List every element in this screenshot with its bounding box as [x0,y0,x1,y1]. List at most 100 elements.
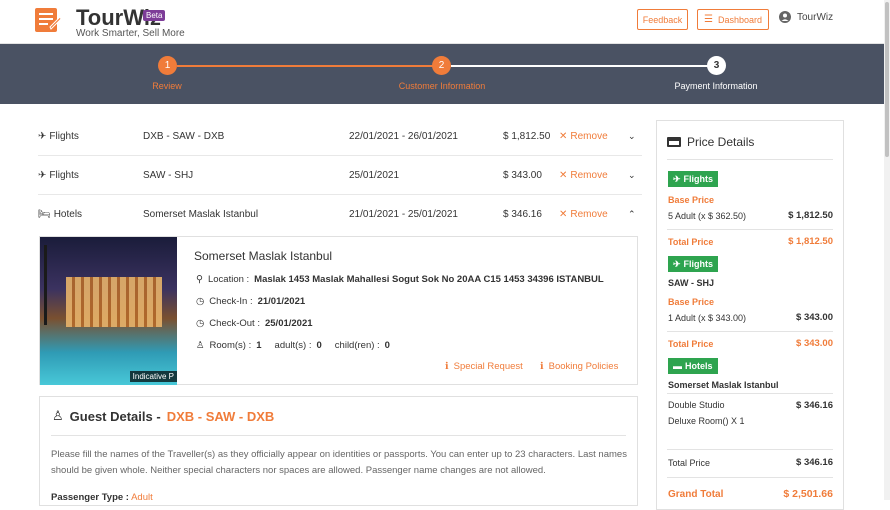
flight-2-fare-line: 1 Adult (x $ 343.00) [668,313,747,323]
hotel-occupancy: ♙ Room(s) : 1 adult(s) : 0 child(ren) : … [196,340,390,351]
divider [667,449,833,450]
item-dates: 25/01/2021 [349,170,400,181]
hotel-image: Indicative P [40,237,177,385]
total-price-label: Total Price [668,339,714,349]
person-icon: ♙ [196,340,205,351]
room-line-2: Deluxe Room() X 1 [668,416,745,426]
flight-1-fare-amount: $ 1,812.50 [788,210,833,221]
divider [667,229,833,230]
passenger-type: Passenger Type : Adult [51,492,153,503]
remove-button[interactable]: ✕ Remove [559,131,608,142]
item-route: SAW - SHJ [143,170,194,181]
hotel-name: Somerset Maslak Istanbul [194,249,333,263]
remove-button[interactable]: ✕ Remove [559,170,608,181]
user-menu[interactable]: TourWiz [779,11,833,23]
flight-1-fare-line: 5 Adult (x $ 362.50) [668,211,747,221]
user-name: TourWiz [797,11,834,23]
close-icon: ✕ [559,170,568,181]
remove-label: Remove [570,131,608,142]
step-2-circle[interactable]: 2 [432,56,451,75]
hotel-checkin: ◷ Check-In : 21/01/2021 [196,296,306,307]
divider [667,393,833,394]
hotel-location: ⚲ Location : Maslak 1453 Maslak Mahalles… [196,274,604,285]
guest-instructions: Please fill the names of the Traveller(s… [51,449,627,476]
divider [667,159,833,160]
grand-total-label: Grand Total [668,489,724,500]
item-price: $ 1,812.50 [503,131,551,142]
tagline: Work Smarter, Sell More [76,28,185,39]
bed-icon: ▬ [673,361,682,371]
price-details-panel: Price Details ✈ Flights Base Price 5 Adul… [656,120,844,510]
flights-tag: ✈ Flights [668,171,719,187]
divider [667,477,833,478]
special-request-link[interactable]: ℹ Special Request [445,361,523,372]
plane-icon: ✈ [673,173,681,184]
user-icon: ♙ [52,408,64,423]
list-icon: ☰ [704,14,713,25]
dashboard-button[interactable]: ☰ Dashboard [697,9,769,30]
divider [51,435,626,436]
item-type: Flights [49,170,79,181]
hotel-name: Somerset Maslak Istanbul [668,380,779,390]
room-line-1: Double Studio [668,400,725,410]
cart-item-flight-1: ✈ Flights DXB - SAW - DXB 22/01/2021 - 26… [38,118,642,156]
flight-2-total: $ 343.00 [796,338,833,349]
chevron-down-icon[interactable]: ⌄ [628,131,636,142]
cart-item-flight-2: ✈ Flights SAW - SHJ 25/01/2021 $ 343.00 ✕… [38,157,642,195]
item-price: $ 343.00 [503,170,542,181]
guest-details-section: ♙ Guest Details - DXB - SAW - DXB Please… [39,396,638,506]
room-amount: $ 346.16 [796,400,833,411]
checkout-stepper: 1 2 3 Review Customer Information Paymen… [0,44,884,104]
hotel-checkout: ◷ Check-Out : 25/01/2021 [196,318,313,329]
remove-label: Remove [570,170,608,181]
plane-icon: ✈ [38,131,47,142]
price-details-title: Price Details [667,135,754,149]
top-bar: TourWiz Beta Work Smarter, Sell More Fee… [0,0,884,44]
step-2-label: Customer Information [398,81,486,91]
item-type: Hotels [53,209,83,220]
flight-2-fare-amount: $ 343.00 [796,312,833,323]
image-caption: Indicative P [129,371,177,382]
scrollbar-thumb[interactable] [885,2,889,157]
step-3-label: Payment Information [674,81,758,91]
guest-details-title: ♙ Guest Details - DXB - SAW - DXB [52,408,275,424]
divider [667,331,833,332]
dashboard-label: Dashboard [717,14,762,25]
item-dates: 21/01/2021 - 25/01/2021 [349,209,458,220]
base-price-label: Base Price [668,297,715,307]
logo-icon [35,8,62,32]
close-icon: ✕ [559,209,568,220]
clock-icon: ◷ [196,318,205,329]
credit-card-icon [667,137,681,147]
remove-label: Remove [570,209,608,220]
total-price-label: Total Price [668,237,714,247]
hotel-total: $ 346.16 [796,457,833,468]
item-price: $ 346.16 [503,209,542,220]
chevron-down-icon[interactable]: ⌄ [628,170,636,181]
info-icon: ℹ [445,361,449,372]
feedback-button[interactable]: Feedback [637,9,688,30]
item-route: Somerset Maslak Istanbul [143,209,259,220]
hotels-tag: ▬ Hotels [668,358,718,374]
cart-item-hotel: 🛏 Hotels Somerset Maslak Istanbul 21/01/2… [38,196,642,234]
info-icon: ℹ [540,361,544,372]
user-icon [779,11,791,23]
step-1-circle[interactable]: 1 [158,56,177,75]
clock-icon: ◷ [196,296,205,307]
plane-icon: ✈ [673,258,681,269]
step-3-circle[interactable]: 3 [707,56,726,75]
remove-button[interactable]: ✕ Remove [559,209,608,220]
item-dates: 22/01/2021 - 26/01/2021 [349,131,458,142]
close-icon: ✕ [559,131,568,142]
base-price-label: Base Price [668,195,715,205]
map-pin-icon: ⚲ [196,274,203,285]
booking-policies-link[interactable]: ℹ Booking Policies [540,361,618,372]
step-connector-2 [451,65,716,67]
step-1-label: Review [152,81,182,91]
step-connector-1 [177,65,441,67]
hotel-total-label: Total Price [668,458,711,468]
plane-icon: ✈ [38,170,47,181]
grand-total: $ 2,501.66 [783,488,833,500]
flight-1-total: $ 1,812.50 [788,236,833,247]
chevron-up-icon[interactable]: ⌃ [628,209,636,220]
